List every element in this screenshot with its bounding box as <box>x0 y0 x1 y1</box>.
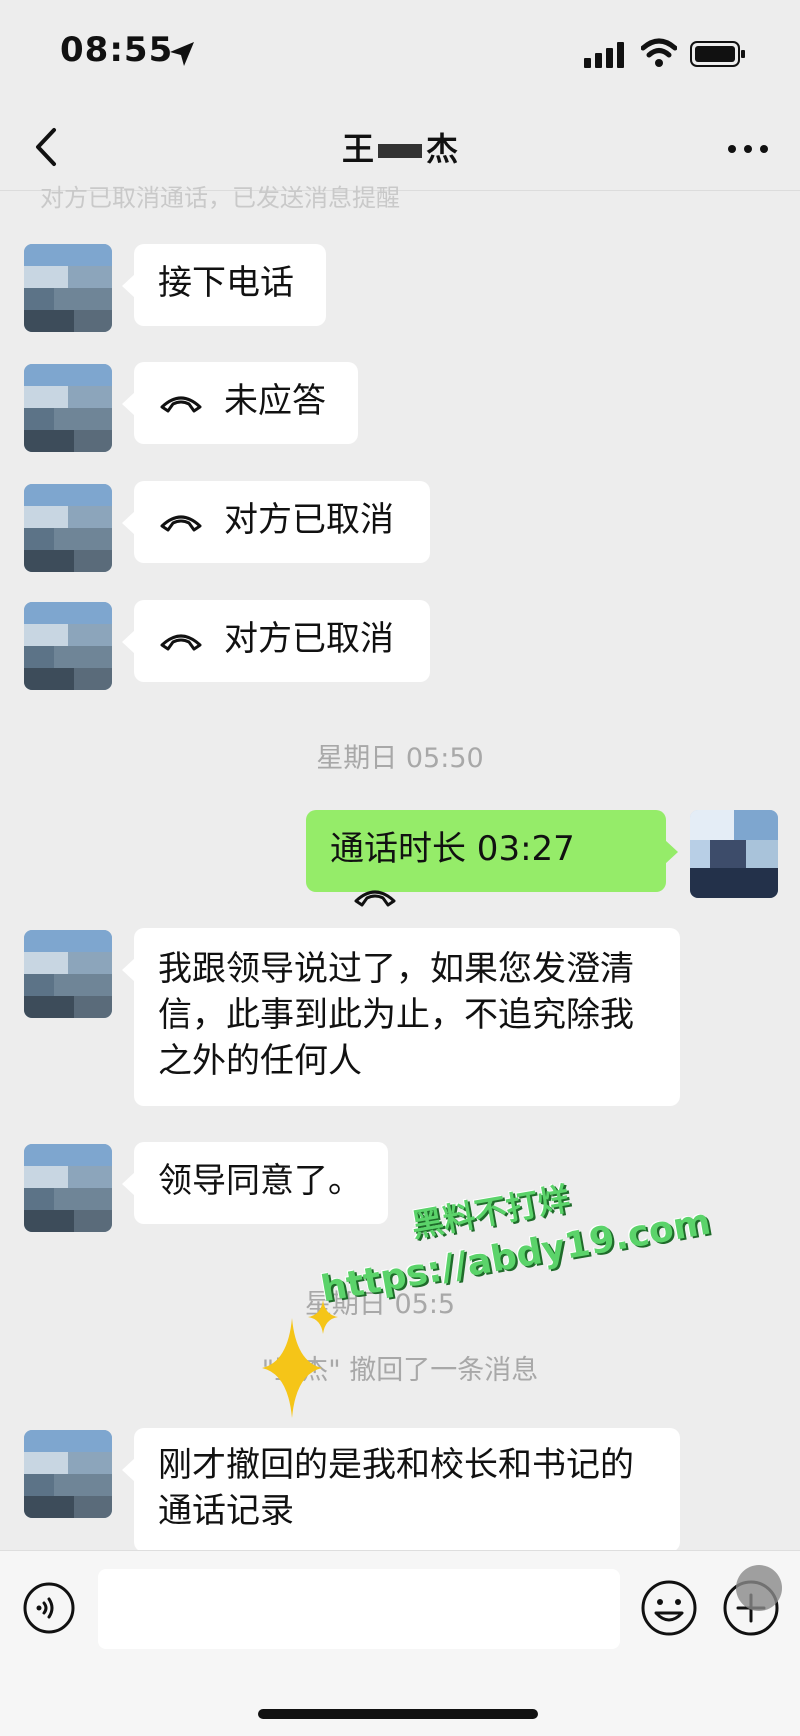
voice-input-icon[interactable] <box>22 1581 76 1635</box>
chat-title-last: 杰 <box>426 130 459 168</box>
battery-icon <box>690 41 745 67</box>
wifi-icon <box>641 38 677 67</box>
cancelled-call-bubble[interactable]: 对方已取消 <box>122 481 430 563</box>
contact-avatar[interactable] <box>24 244 112 332</box>
call-duration-text: 通话时长 03:27 <box>330 829 575 869</box>
contact-avatar[interactable] <box>24 930 112 1018</box>
chat-timestamp: 星期日 05:50 <box>316 743 484 774</box>
contact-avatar[interactable] <box>24 602 112 690</box>
emoji-icon[interactable] <box>640 1579 698 1637</box>
phone-hangup-icon <box>160 634 202 650</box>
home-indicator <box>258 1709 538 1719</box>
incoming-message-bubble[interactable]: 接下电话 <box>122 244 326 326</box>
message-text: 接下电话 <box>158 263 294 303</box>
contact-avatar[interactable] <box>24 1430 112 1518</box>
phone-hangup-icon <box>160 515 202 531</box>
pixelated-avatar-image <box>24 930 112 1018</box>
chat-title: 王杰 <box>0 124 800 170</box>
pixelated-avatar-image <box>24 244 112 332</box>
phone-hangup-icon <box>354 890 396 906</box>
contact-avatar[interactable] <box>24 364 112 452</box>
pixelated-avatar-image <box>24 602 112 690</box>
status-time: 08:55 <box>60 30 174 70</box>
message-text: 领导同意了。 <box>158 1161 362 1201</box>
cellular-signal-icon <box>584 42 624 68</box>
missed-call-bubble[interactable]: 未应答 <box>122 362 358 444</box>
pixelated-avatar-image <box>24 1144 112 1232</box>
floating-assist-icon[interactable] <box>736 1565 782 1611</box>
call-status-text: 对方已取消 <box>224 500 394 540</box>
incoming-message-bubble[interactable]: 我跟领导说过了，如果您发澄清信，此事到此为止，不追究除我之外的任何人 <box>122 928 680 1106</box>
contact-avatar[interactable] <box>24 484 112 572</box>
outgoing-call-bubble[interactable]: 通话时长 03:27 <box>306 810 678 906</box>
pixelated-avatar-image <box>690 810 778 898</box>
message-text: 我跟领导说过了，如果您发澄清信，此事到此为止，不追究除我之外的任何人 <box>158 949 634 1081</box>
faded-system-text: 对方已取消通话，已发送消息提醒 <box>40 184 400 212</box>
pixelated-avatar-image <box>24 1430 112 1518</box>
title-redaction <box>378 144 422 158</box>
status-bar: 08:55 <box>0 0 800 110</box>
contact-avatar[interactable] <box>24 1144 112 1232</box>
cancelled-call-bubble[interactable]: 对方已取消 <box>122 600 430 682</box>
pixelated-avatar-image <box>24 364 112 452</box>
chat-title-first: 王 <box>341 130 374 168</box>
call-status-text: 未应答 <box>224 381 326 421</box>
incoming-message-bubble[interactable]: 刚才撤回的是我和校长和书记的通话记录 <box>122 1428 680 1552</box>
recall-notice: "王杰" 撤回了一条消息 <box>261 1355 539 1386</box>
message-text-field[interactable] <box>98 1569 620 1649</box>
more-options-icon[interactable] <box>726 134 770 164</box>
pixelated-avatar-image <box>24 484 112 572</box>
call-status-text: 对方已取消 <box>224 619 394 659</box>
my-avatar[interactable] <box>690 810 778 898</box>
phone-hangup-icon <box>160 396 202 412</box>
message-text: 刚才撤回的是我和校长和书记的通话记录 <box>158 1445 634 1531</box>
location-arrow-icon <box>170 42 194 66</box>
incoming-message-bubble[interactable]: 领导同意了。 <box>122 1142 388 1224</box>
